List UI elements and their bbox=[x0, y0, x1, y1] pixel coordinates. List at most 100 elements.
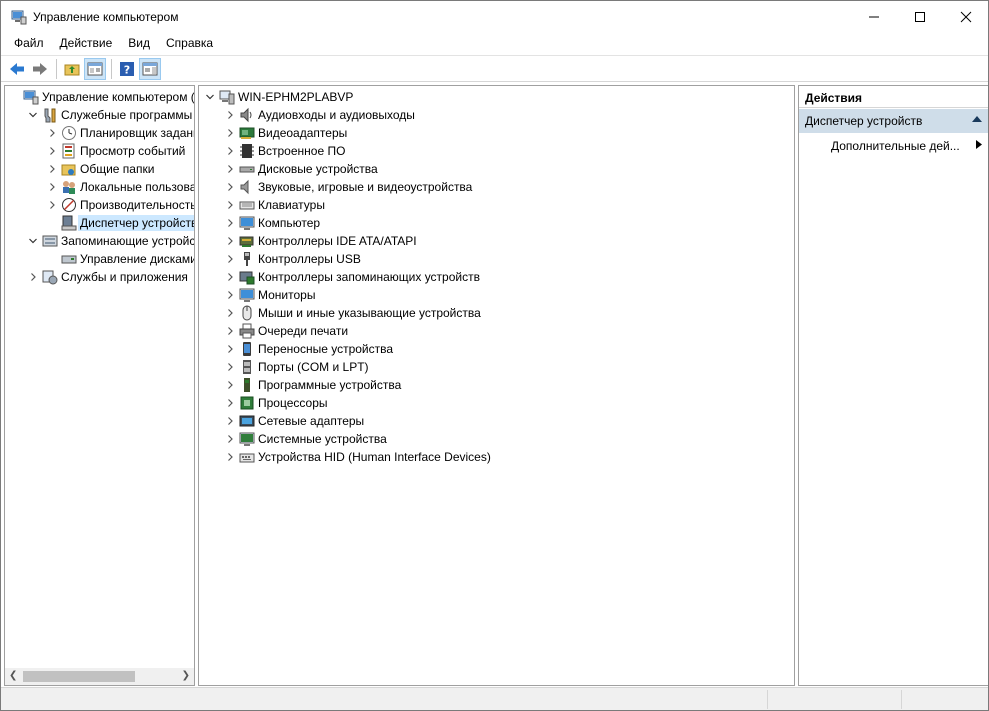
device-category-item[interactable]: Процессоры bbox=[223, 394, 328, 412]
console-tree-item[interactable]: Локальные пользовате bbox=[45, 178, 194, 196]
tree-item-label: Служебные программы bbox=[61, 108, 193, 122]
chevron-right-icon[interactable] bbox=[223, 360, 237, 374]
chevron-right-icon[interactable] bbox=[223, 126, 237, 140]
chevron-right-icon[interactable] bbox=[45, 144, 59, 158]
chevron-right-icon[interactable] bbox=[223, 180, 237, 194]
chevron-right-icon[interactable] bbox=[223, 198, 237, 212]
tree-item-label: Диспетчер устройств bbox=[78, 215, 194, 231]
show-hide-console-tree-button[interactable] bbox=[84, 57, 106, 80]
toolbar: ? bbox=[1, 55, 988, 82]
computer-management-icon bbox=[23, 90, 39, 105]
minimize-button[interactable] bbox=[851, 1, 897, 32]
action-pane-icon bbox=[142, 62, 158, 75]
chevron-right-icon[interactable] bbox=[223, 288, 237, 302]
tree-item-label: Видеоадаптеры bbox=[258, 126, 348, 140]
chevron-right-icon[interactable] bbox=[223, 234, 237, 248]
chevron-right-icon[interactable] bbox=[223, 432, 237, 446]
status-cell bbox=[901, 690, 987, 709]
chevron-right-icon[interactable] bbox=[223, 162, 237, 176]
collapse-up-icon[interactable] bbox=[972, 115, 982, 123]
help-button[interactable]: ? bbox=[116, 58, 138, 80]
more-actions-item[interactable]: Дополнительные дей... bbox=[799, 133, 988, 157]
tree-item-label: Службы и приложения bbox=[61, 270, 188, 284]
device-category-item[interactable]: Контроллеры IDE ATA/ATAPI bbox=[223, 232, 417, 250]
device-category-item[interactable]: Звуковые, игровые и видеоустройства bbox=[223, 178, 472, 196]
chevron-right-icon[interactable] bbox=[223, 252, 237, 266]
device-tree-root[interactable]: WIN-EPHM2PLABVP bbox=[203, 88, 353, 106]
forward-arrow-icon bbox=[33, 62, 47, 75]
scrollbar-thumb[interactable] bbox=[23, 671, 135, 682]
menu-view[interactable]: Вид bbox=[120, 32, 158, 54]
device-category-item[interactable]: Переносные устройства bbox=[223, 340, 393, 358]
chevron-right-icon[interactable] bbox=[223, 144, 237, 158]
console-tree-item[interactable]: Диспетчер устройств bbox=[45, 214, 194, 232]
console-tree-item[interactable]: Запоминающие устройст bbox=[26, 232, 194, 250]
menu-action[interactable]: Действие bbox=[52, 32, 121, 54]
device-category-item[interactable]: Клавиатуры bbox=[223, 196, 325, 214]
chevron-right-icon[interactable] bbox=[45, 198, 59, 212]
computer-name-label: WIN-EPHM2PLABVP bbox=[238, 90, 354, 104]
device-category-item[interactable]: Порты (COM и LPT) bbox=[223, 358, 369, 376]
horizontal-scrollbar[interactable]: ❮ ❯ bbox=[5, 668, 194, 685]
chevron-right-icon[interactable] bbox=[223, 342, 237, 356]
actions-section-device-manager[interactable]: Диспетчер устройств bbox=[799, 109, 988, 133]
chevron-right-icon[interactable] bbox=[45, 162, 59, 176]
device-category-item[interactable]: Мыши и иные указывающие устройства bbox=[223, 304, 481, 322]
device-category-item[interactable]: Устройства HID (Human Interface Devices) bbox=[223, 448, 491, 466]
chevron-right-icon[interactable] bbox=[223, 306, 237, 320]
computer-management-window: Управление компьютером Файл Действие Вид… bbox=[0, 0, 989, 711]
device-category-item[interactable]: Контроллеры запоминающих устройств bbox=[223, 268, 480, 286]
up-level-button[interactable] bbox=[61, 58, 83, 80]
chevron-right-icon[interactable] bbox=[223, 216, 237, 230]
device-category-item[interactable]: Видеоадаптеры bbox=[223, 124, 347, 142]
device-category-item[interactable]: Компьютер bbox=[223, 214, 320, 232]
console-tree-item[interactable]: Службы и приложения bbox=[26, 268, 188, 286]
tree-item-label: Контроллеры запоминающих устройств bbox=[258, 270, 480, 284]
device-category-item[interactable]: Дисковые устройства bbox=[223, 160, 378, 178]
tree-item-label: Управление компьютером (л bbox=[42, 90, 195, 104]
device-category-item[interactable]: Программные устройства bbox=[223, 376, 401, 394]
scroll-left-icon[interactable]: ❮ bbox=[9, 670, 17, 681]
device-category-item[interactable]: Контроллеры USB bbox=[223, 250, 361, 268]
chevron-right-icon[interactable] bbox=[223, 108, 237, 122]
maximize-button[interactable] bbox=[897, 1, 943, 32]
chevron-down-icon[interactable] bbox=[203, 90, 217, 104]
console-tree-item[interactable]: Просмотр событий bbox=[45, 142, 185, 160]
console-tree-item[interactable]: Управление компьютером (л bbox=[7, 88, 195, 106]
device-category-item[interactable]: Очереди печати bbox=[223, 322, 348, 340]
chevron-right-icon[interactable] bbox=[223, 378, 237, 392]
device-category-item[interactable]: Мониторы bbox=[223, 286, 315, 304]
tree-item-label: Контроллеры IDE ATA/ATAPI bbox=[258, 234, 417, 248]
chevron-down-icon[interactable] bbox=[26, 108, 40, 122]
chevron-right-icon[interactable] bbox=[223, 414, 237, 428]
device-category-item[interactable]: Аудиовходы и аудиовыходы bbox=[223, 106, 415, 124]
chevron-right-icon[interactable] bbox=[26, 270, 40, 284]
console-tree-item[interactable]: Управление дисками bbox=[45, 250, 194, 268]
console-tree-item[interactable]: Служебные программы bbox=[26, 106, 192, 124]
show-hide-action-pane-button[interactable] bbox=[139, 57, 161, 80]
menu-help[interactable]: Справка bbox=[158, 32, 221, 54]
computer-management-icon bbox=[11, 10, 27, 25]
chevron-down-icon[interactable] bbox=[26, 234, 40, 248]
device-category-item[interactable]: Сетевые адаптеры bbox=[223, 412, 364, 430]
console-tree-item[interactable]: Общие папки bbox=[45, 160, 154, 178]
device-category-item[interactable]: Системные устройства bbox=[223, 430, 387, 448]
system-device-icon bbox=[239, 432, 255, 446]
back-button[interactable] bbox=[6, 58, 28, 80]
console-tree-item[interactable]: Производительность bbox=[45, 196, 194, 214]
chevron-right-icon[interactable] bbox=[223, 270, 237, 284]
tree-item-label: Переносные устройства bbox=[258, 342, 394, 356]
tree-item-label: Контроллеры USB bbox=[258, 252, 361, 266]
chevron-right-icon[interactable] bbox=[45, 180, 59, 194]
device-category-item[interactable]: Встроенное ПО bbox=[223, 142, 345, 160]
forward-button[interactable] bbox=[29, 58, 51, 80]
chevron-right-icon[interactable] bbox=[223, 396, 237, 410]
chevron-right-icon[interactable] bbox=[223, 324, 237, 338]
mouse-icon bbox=[242, 305, 252, 321]
chevron-right-icon[interactable] bbox=[223, 450, 237, 464]
menu-file[interactable]: Файл bbox=[6, 32, 52, 54]
scroll-right-icon[interactable]: ❯ bbox=[182, 670, 190, 681]
chevron-right-icon[interactable] bbox=[45, 126, 59, 140]
close-button[interactable] bbox=[943, 1, 989, 32]
console-tree-item[interactable]: Планировщик заданий bbox=[45, 124, 194, 142]
